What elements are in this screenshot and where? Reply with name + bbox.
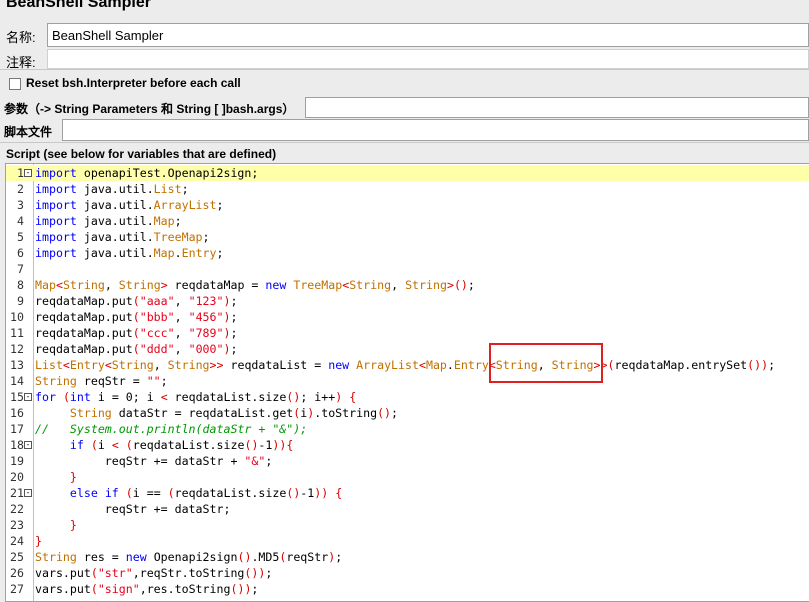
line-number: 13 <box>10 358 24 372</box>
reset-interpreter-label: Reset bsh.Interpreter before each call <box>26 76 241 90</box>
code-line[interactable]: 13 List<Entry<String, String>> reqdataLis… <box>6 357 809 373</box>
code-line[interactable]: 12 reqdataMap.put("ddd", "000"); <box>6 341 809 357</box>
line-number: 20 <box>10 470 24 484</box>
name-label: 名称: <box>6 30 36 45</box>
code-text: import java.util.Map.Entry; <box>35 246 224 260</box>
line-number: 7 <box>17 262 24 276</box>
code-line[interactable]: 5 import java.util.TreeMap; <box>6 229 809 245</box>
code-line[interactable]: 7 <box>6 261 809 277</box>
script-label: Script (see below for variables that are… <box>6 147 277 161</box>
code-line[interactable]: 21- else if (i == (reqdataList.size()-1)… <box>6 485 809 501</box>
annotation-highlight-box <box>489 343 603 383</box>
fold-toggle-icon[interactable]: - <box>24 489 32 497</box>
code-line[interactable]: 10 reqdataMap.put("bbb", "456"); <box>6 309 809 325</box>
window-title: BeanShell Sampler <box>6 0 151 11</box>
code-text: } <box>69 470 77 484</box>
name-input[interactable] <box>47 23 809 47</box>
code-text: reqdataMap.put("aaa", "123"); <box>35 294 238 308</box>
line-number: 25 <box>10 550 24 564</box>
code-text: import openapiTest.Openapi2sign; <box>35 166 259 180</box>
code-text: for (int i = 0; i < reqdataList.size(); … <box>35 390 357 404</box>
code-line[interactable]: 16 String dataStr = reqdataList.get(i).t… <box>6 405 809 421</box>
code-text: String reqStr = ""; <box>35 374 168 388</box>
line-number: 23 <box>10 518 24 532</box>
code-line[interactable]: 1- import openapiTest.Openapi2sign; <box>6 165 809 181</box>
code-line[interactable]: 20 } <box>6 469 809 485</box>
code-text: reqStr += dataStr; <box>35 502 231 516</box>
script-editor[interactable]: 1- import openapiTest.Openapi2sign; 2 impor… <box>5 163 809 602</box>
line-number: 24 <box>10 534 24 548</box>
code-line[interactable]: 26 vars.put("str",reqStr.toString()); <box>6 565 809 581</box>
code-text: import java.util.TreeMap; <box>35 230 210 244</box>
line-number: 21 <box>10 486 24 500</box>
code-text: import java.util.List; <box>35 182 189 196</box>
code-text: import java.util.Map; <box>35 214 182 228</box>
code-line[interactable]: 25 String res = new Openapi2sign().MD5(re… <box>6 549 809 565</box>
code-line[interactable]: 2 import java.util.List; <box>6 181 809 197</box>
divider <box>0 142 809 143</box>
line-number: 11 <box>10 326 24 340</box>
line-number: 27 <box>10 582 24 596</box>
line-number: 4 <box>17 214 24 228</box>
line-number: 15 <box>10 390 24 404</box>
code-line[interactable]: 8 Map<String, String> reqdataMap = new Tr… <box>6 277 809 293</box>
code-text: String res = new Openapi2sign().MD5(reqS… <box>35 550 343 564</box>
script-file-input[interactable] <box>62 119 809 141</box>
line-number: 8 <box>17 278 24 292</box>
code-text: vars.put("sign",res.toString()); <box>35 582 259 596</box>
code-text: reqdataMap.put("ccc", "789"); <box>35 326 238 340</box>
line-number: 12 <box>10 342 24 356</box>
line-number: 22 <box>10 502 24 516</box>
code-line[interactable]: 14 String reqStr = ""; <box>6 373 809 389</box>
code-text: import java.util.ArrayList; <box>35 198 224 212</box>
code-line[interactable]: 17 // System.out.println(dataStr + "&"); <box>6 421 809 437</box>
line-number: 2 <box>17 182 24 196</box>
code-text: vars.put("str",reqStr.toString()); <box>35 566 273 580</box>
code-line[interactable]: 6 import java.util.Map.Entry; <box>6 245 809 261</box>
line-number: 17 <box>10 422 24 436</box>
divider <box>0 69 809 70</box>
line-number: 1 <box>17 166 24 180</box>
code-line[interactable]: 24} <box>6 533 809 549</box>
code-text: Map<String, String> reqdataMap = new Tre… <box>35 278 475 292</box>
code-line[interactable]: 23 } <box>6 517 809 533</box>
code-text: String dataStr = reqdataList.get(i).toSt… <box>69 406 399 420</box>
script-file-label: 脚本文件 <box>4 125 53 139</box>
code-text: if (i < (reqdataList.size()-1)){ <box>69 438 294 452</box>
reset-interpreter-checkbox[interactable] <box>9 78 21 90</box>
line-number: 14 <box>10 374 24 388</box>
fold-toggle-icon[interactable]: - <box>24 393 32 401</box>
code-line[interactable]: 11 reqdataMap.put("ccc", "789"); <box>6 325 809 341</box>
line-number: 3 <box>17 198 24 212</box>
code-line[interactable]: 9 reqdataMap.put("aaa", "123"); <box>6 293 809 309</box>
code-text: reqdataMap.put("bbb", "456"); <box>35 310 238 324</box>
code-line[interactable]: 19 reqStr += dataStr + "&"; <box>6 453 809 469</box>
code-line[interactable]: 18- if (i < (reqdataList.size()-1)){ <box>6 437 809 453</box>
code-text: } <box>69 518 77 532</box>
line-number: 16 <box>10 406 24 420</box>
code-text: // System.out.println(dataStr + "&"); <box>35 422 308 436</box>
line-number: 5 <box>17 230 24 244</box>
code-line[interactable]: 22 reqStr += dataStr; <box>6 501 809 517</box>
fold-toggle-icon[interactable]: - <box>24 441 32 449</box>
code-line[interactable]: 27 vars.put("sign",res.toString()); <box>6 581 809 597</box>
code-text: reqStr += dataStr + "&"; <box>35 454 273 468</box>
line-number: 18 <box>10 438 24 452</box>
line-number: 19 <box>10 454 24 468</box>
comment-input[interactable] <box>47 49 809 69</box>
code-text: List<Entry<String, String>> reqdataList … <box>35 358 776 372</box>
code-line[interactable]: 3 import java.util.ArrayList; <box>6 197 809 213</box>
line-number: 9 <box>17 294 24 308</box>
code-text: else if (i == (reqdataList.size()-1)) { <box>69 486 343 500</box>
line-number: 10 <box>10 310 24 324</box>
line-number: 6 <box>17 246 24 260</box>
parameters-label: 参数（-> String Parameters 和 String [ ]bash… <box>4 102 295 116</box>
parameters-input[interactable] <box>305 97 809 118</box>
code-text: } <box>35 534 42 548</box>
code-line[interactable]: 4 import java.util.Map; <box>6 213 809 229</box>
code-line[interactable]: 15- for (int i = 0; i < reqdataList.size(… <box>6 389 809 405</box>
code-text: reqdataMap.put("ddd", "000"); <box>35 342 238 356</box>
fold-toggle-icon[interactable]: - <box>24 169 32 177</box>
line-number: 26 <box>10 566 24 580</box>
